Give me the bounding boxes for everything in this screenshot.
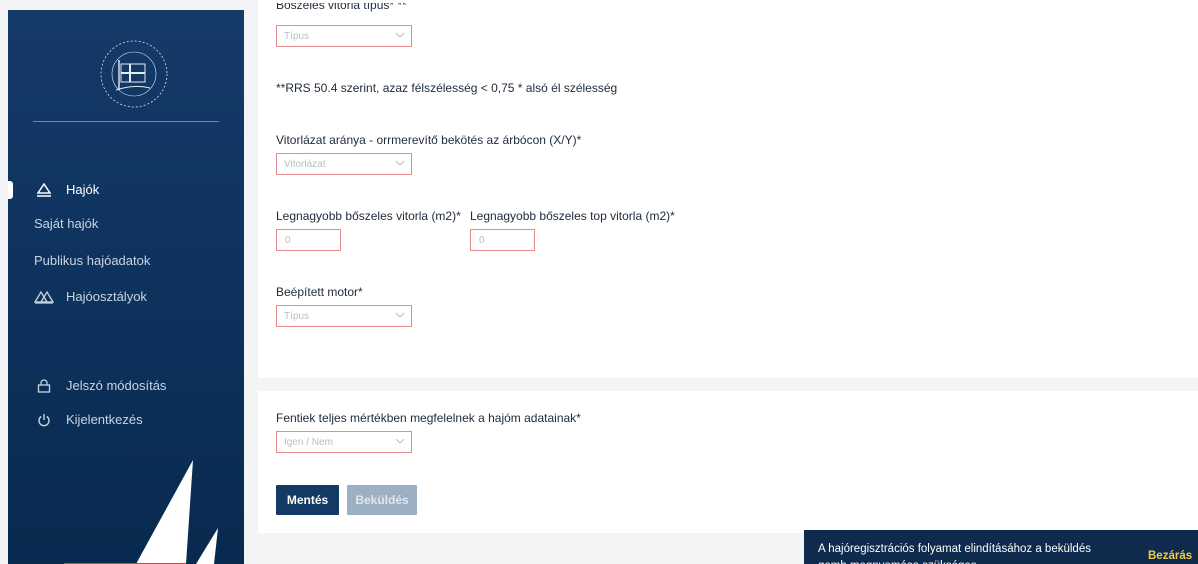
nav-label-change-password: Jelszó módosítás (66, 378, 167, 393)
sidebar-divider (33, 121, 219, 122)
spinnaker-type-placeholder: Típus (284, 31, 310, 42)
nav-item-own-boats[interactable]: Saját hajók (34, 216, 98, 231)
max-top-spinnaker-label: Legnagyobb bőszeles top vitorla (m2)* (470, 209, 675, 223)
chevron-down-icon (395, 438, 405, 444)
nav-item-boats[interactable]: Hajók (34, 182, 99, 197)
engine-placeholder: Típus (284, 311, 310, 322)
nav-label-logout: Kijelentkezés (66, 412, 143, 427)
rig-ratio-select[interactable]: Vitorlázat (276, 153, 412, 175)
chevron-down-icon (395, 160, 405, 166)
max-spinnaker-input[interactable]: 0 (276, 229, 341, 251)
rig-ratio-placeholder: Vitorlázat (284, 159, 326, 170)
chevron-down-icon (395, 32, 405, 38)
chevron-down-icon (395, 312, 405, 318)
boat-classes-icon (34, 290, 54, 304)
nav-item-boat-classes[interactable]: Hajóosztályok (34, 289, 147, 304)
save-button[interactable]: Mentés (276, 485, 339, 515)
nav-label-own-boats: Saját hajók (34, 216, 99, 231)
nav-label-boats: Hajók (66, 182, 100, 197)
confirmation-placeholder: Igen / Nem (284, 437, 333, 448)
spinnaker-type-label: Bőszeles vitorla típus* ** (276, 3, 407, 12)
sailboat-icon (34, 182, 54, 197)
engine-label: Beépített motor* (276, 285, 363, 299)
rrs-note: **RRS 50.4 szerint, azaz félszélesség < … (276, 81, 618, 95)
nav-item-public-boat-data[interactable]: Publikus hajóadatok (34, 253, 150, 268)
sails-illustration (136, 460, 218, 564)
nav-item-logout[interactable]: Kijelentkezés (34, 412, 143, 427)
engine-select[interactable]: Típus (276, 305, 412, 327)
confirmation-select[interactable]: Igen / Nem (276, 431, 412, 453)
spinnaker-type-select[interactable]: Típus (276, 25, 412, 47)
active-nav-marker (8, 181, 13, 199)
submit-button[interactable]: Beküldés (347, 485, 417, 515)
max-spinnaker-label: Legnagyobb bőszeles vitorla (m2)* (276, 209, 461, 223)
nav-label-public-boat-data: Publikus hajóadatok (34, 253, 151, 268)
nav-item-change-password[interactable]: Jelszó módosítás (34, 378, 166, 393)
notification-toast: A hajóregisztrációs folyamat elindításáh… (804, 530, 1198, 564)
sidebar: Hajók Saját hajók Publikus hajóadatok Ha… (8, 10, 244, 564)
max-top-spinnaker-value: 0 (479, 235, 485, 246)
toast-message: A hajóregisztrációs folyamat elindításáh… (818, 543, 1091, 564)
spinnaker-type-label-wrap: Bőszeles vitorla típus* ** (276, 3, 476, 13)
power-icon (34, 413, 54, 427)
lock-icon (34, 378, 54, 393)
toast-close-button[interactable]: Bezárás (1148, 550, 1192, 562)
nav-label-boat-classes: Hajóosztályok (66, 289, 147, 304)
federation-logo (98, 38, 170, 110)
max-top-spinnaker-input[interactable]: 0 (470, 229, 535, 251)
max-spinnaker-value: 0 (285, 235, 291, 246)
confirmation-label: Fentiek teljes mértékben megfelelnek a h… (276, 411, 581, 425)
rig-ratio-label: Vitorlázat aránya - orrmerevítő bekötés … (276, 133, 582, 147)
